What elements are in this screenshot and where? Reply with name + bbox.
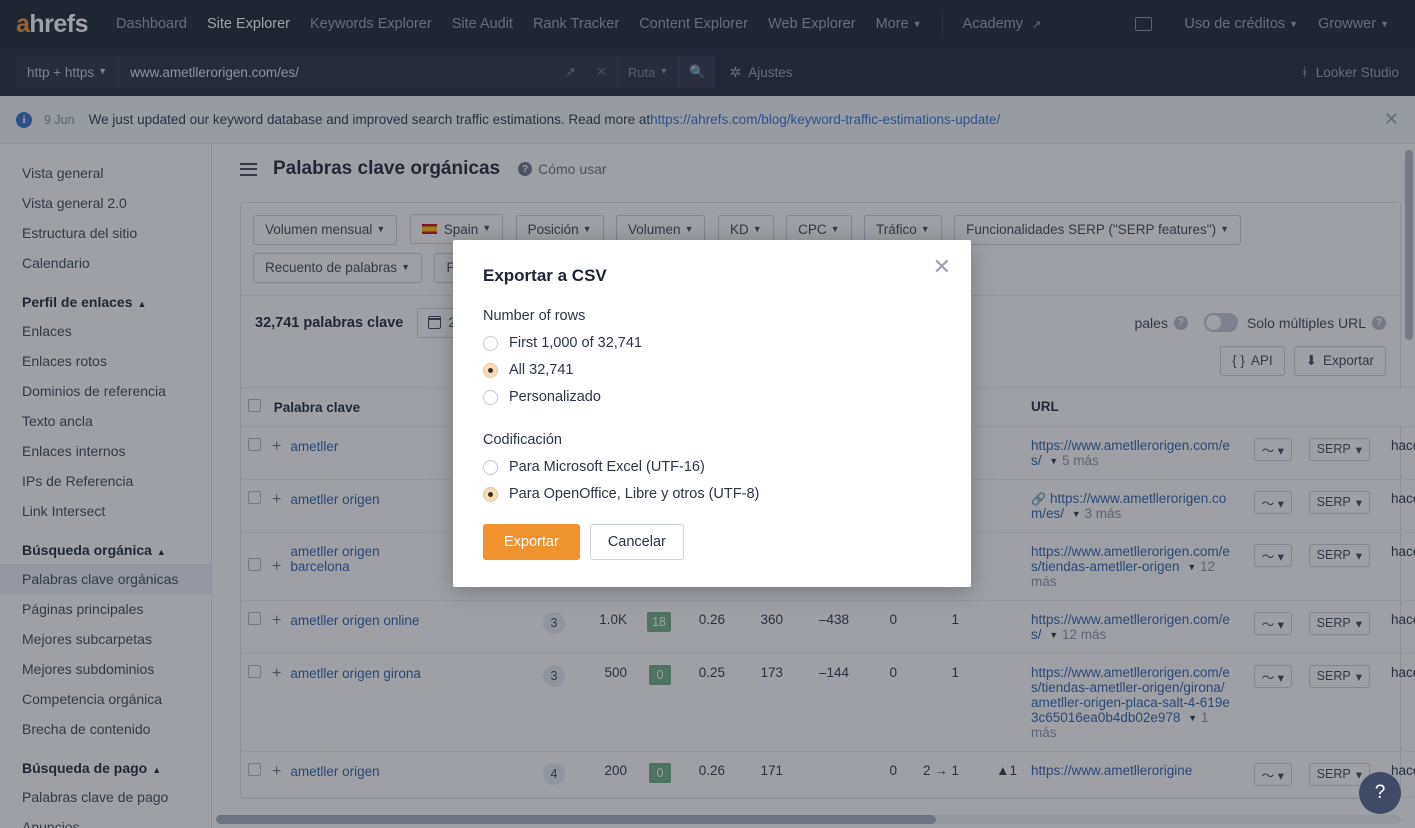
app-root: ahrefs Dashboard Site Explorer Keywords … [0, 0, 1415, 828]
radio-label: All 32,741 [509, 362, 574, 378]
close-icon[interactable]: ✕ [933, 256, 951, 278]
radio-icon-selected[interactable] [483, 486, 498, 502]
radio-first-1000[interactable]: First 1,000 of 32,741 [483, 335, 941, 351]
help-button[interactable]: ? [1359, 772, 1401, 814]
modal-buttons: Exportar Cancelar [483, 524, 941, 560]
encoding-group-title: Codificación [483, 432, 562, 448]
radio-utf16[interactable]: Para Microsoft Excel (UTF-16) [483, 459, 941, 475]
radio-icon-selected[interactable] [483, 362, 498, 378]
radio-label: First 1,000 of 32,741 [509, 335, 642, 351]
rows-group-title: Number of rows [483, 308, 586, 324]
radio-label: Personalizado [509, 389, 601, 405]
radio-utf8[interactable]: Para OpenOffice, Libre y otros (UTF-8) [483, 486, 941, 502]
radio-label: Para Microsoft Excel (UTF-16) [509, 459, 705, 475]
modal-cancel-button[interactable]: Cancelar [589, 524, 684, 560]
radio-icon[interactable] [483, 459, 498, 475]
modal-gap [483, 416, 941, 432]
modal-export-button[interactable]: Exportar [483, 524, 580, 560]
radio-label: Para OpenOffice, Libre y otros (UTF-8) [509, 486, 760, 502]
radio-all-rows[interactable]: All 32,741 [483, 362, 941, 378]
radio-icon[interactable] [483, 335, 498, 351]
modal-title: Exportar a CSV [483, 266, 607, 285]
radio-personalizado[interactable]: Personalizado [483, 389, 941, 405]
export-csv-modal: ✕ Exportar a CSV Number of rows First 1,… [453, 240, 971, 587]
radio-icon[interactable] [483, 389, 498, 405]
